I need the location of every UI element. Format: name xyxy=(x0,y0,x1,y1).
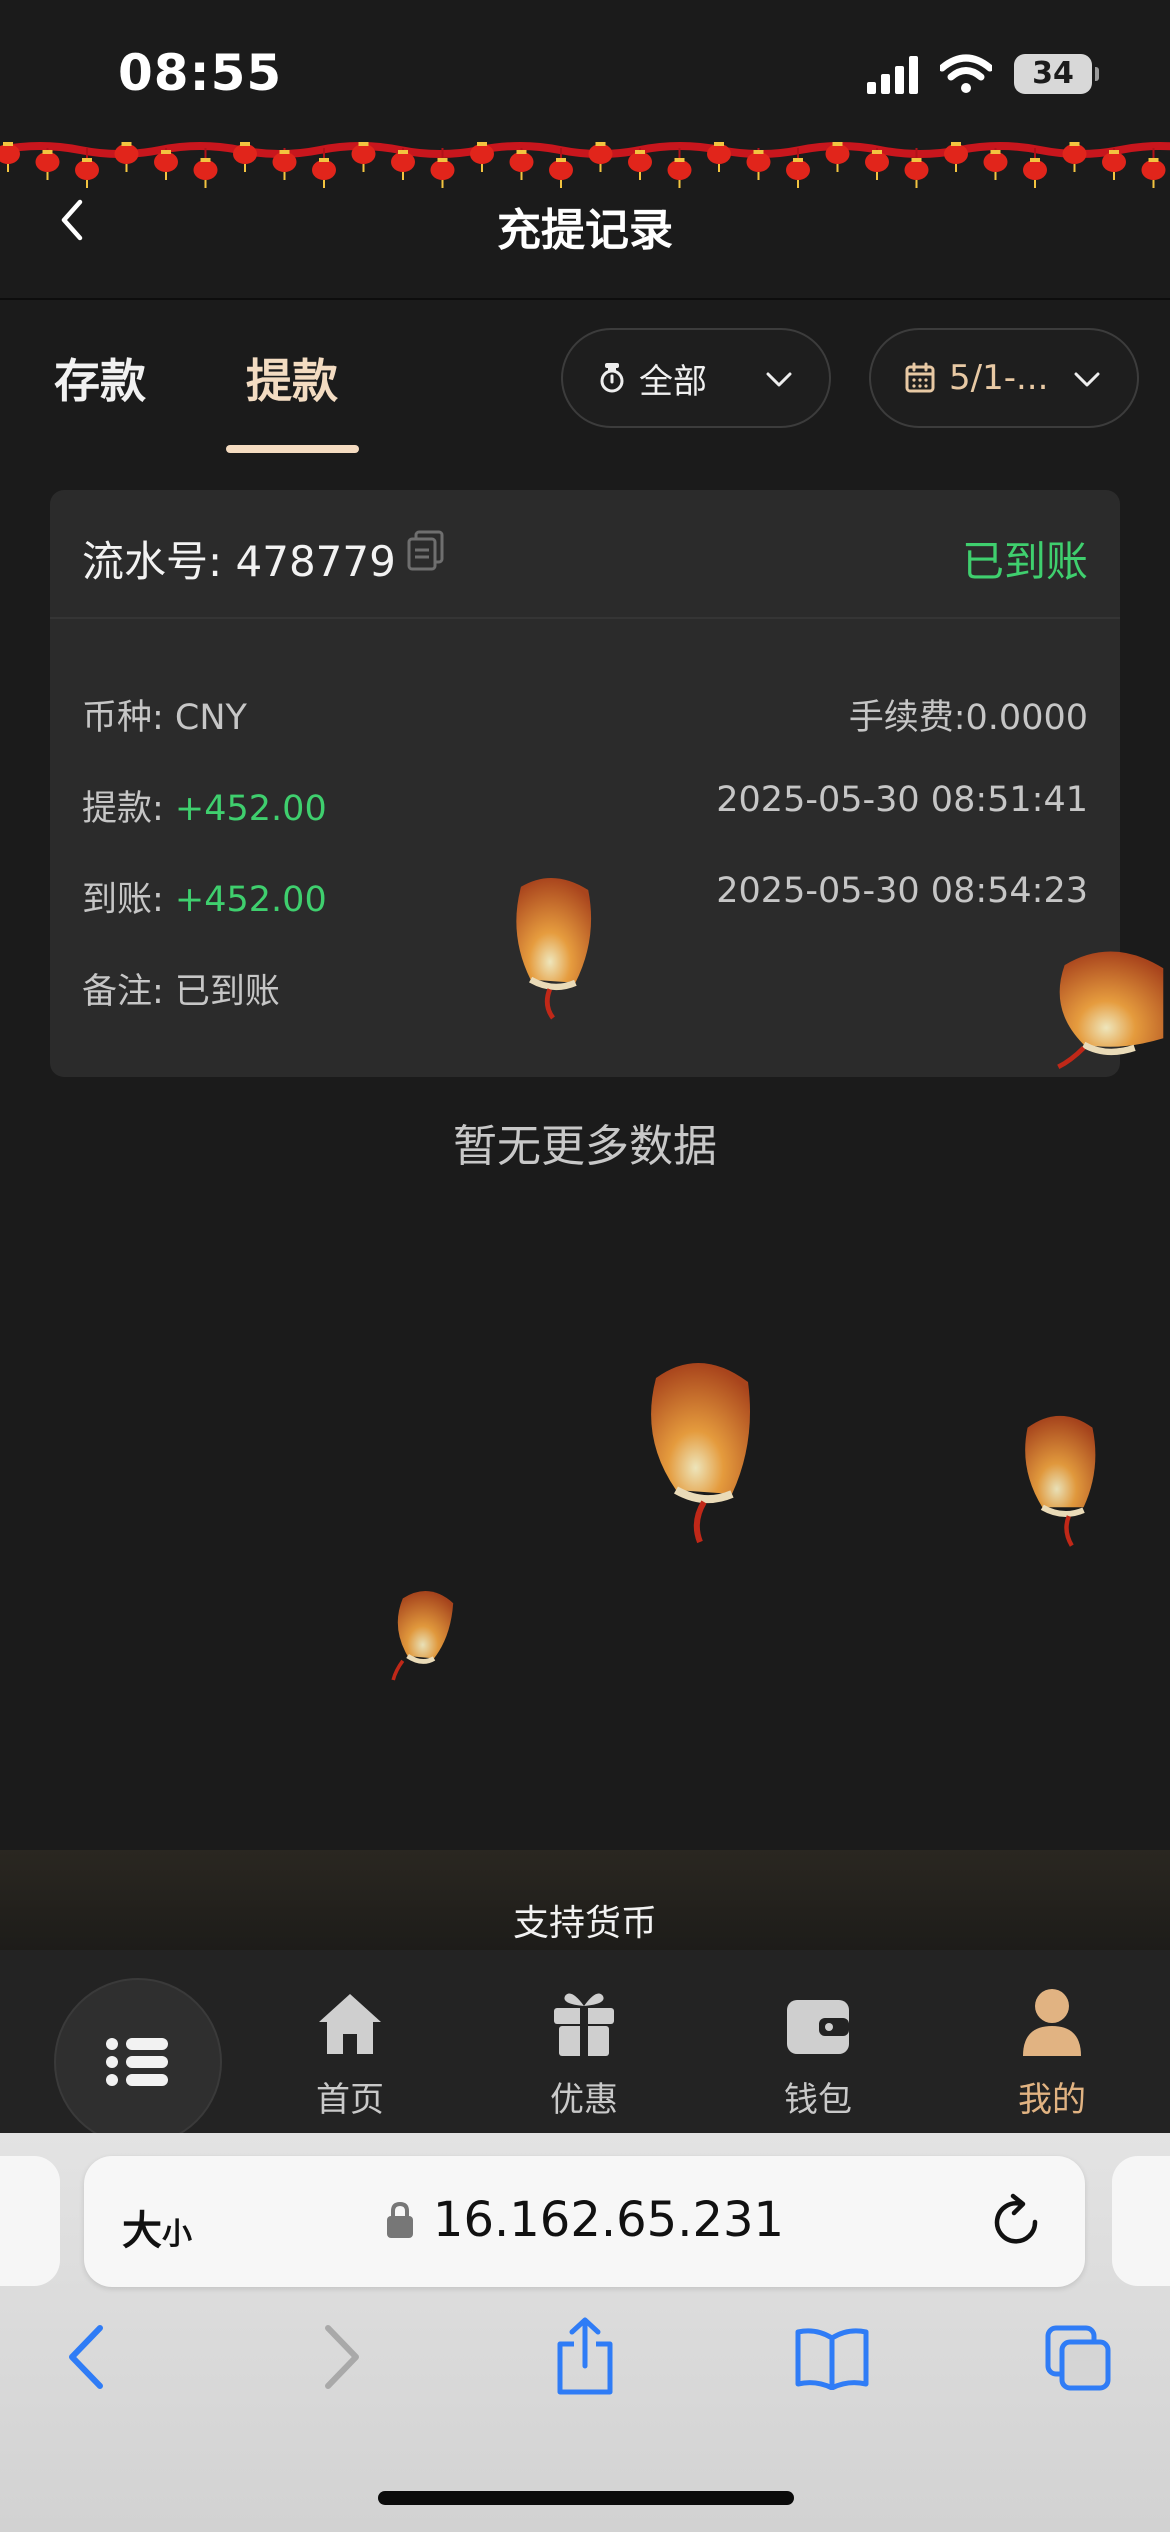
nav-home[interactable]: 首页 xyxy=(270,1978,430,2121)
nav-promotions[interactable]: 优惠 xyxy=(504,1978,664,2121)
lock-icon xyxy=(386,2201,413,2238)
serial-number: 流水号: 478779 xyxy=(82,537,396,586)
sky-lantern-decoration xyxy=(651,1362,750,1544)
user-icon xyxy=(1023,1989,1081,2056)
tabs-icon[interactable] xyxy=(1044,2324,1114,2394)
status-icons: 34 xyxy=(867,54,1099,94)
menu-button[interactable] xyxy=(54,1978,222,2146)
nav-wallet-label: 钱包 xyxy=(784,2080,852,2120)
nav-home-label: 首页 xyxy=(316,2080,384,2120)
nav-profile-label: 我的 xyxy=(1018,2080,1086,2120)
copy-icon[interactable] xyxy=(406,530,446,572)
url-text: 16.162.65.231 xyxy=(432,2192,785,2248)
wallet-icon xyxy=(787,2000,849,2054)
page-title: 充提记录 xyxy=(497,205,673,256)
gift-icon xyxy=(554,1993,614,2056)
bookmarks-icon[interactable] xyxy=(794,2326,870,2390)
currency-row: 币种: CNY 手续费:0.0000 xyxy=(82,689,1088,738)
fee-text: 手续费:0.0000 xyxy=(848,698,1088,738)
remark-text: 备注: 已到账 xyxy=(82,972,280,1012)
calendar-icon xyxy=(905,362,935,393)
chevron-down-icon xyxy=(766,372,792,387)
no-more-data-text: 暂无更多数据 xyxy=(453,1121,717,1172)
nav-header: 充提记录 xyxy=(0,142,1170,300)
url-display[interactable]: 16.162.65.231 xyxy=(84,2192,1085,2251)
screen: 08:55 34 充提记录 存款 提款 全部 5/1-... 流水号: 4787… xyxy=(0,0,1170,2532)
sky-lantern-decoration xyxy=(1057,951,1164,1070)
reload-icon[interactable] xyxy=(991,2192,1045,2250)
stopwatch-icon xyxy=(600,363,624,393)
wifi-icon xyxy=(940,54,992,93)
browser-back-icon[interactable] xyxy=(62,2322,112,2392)
nav-promotions-label: 优惠 xyxy=(550,2080,618,2120)
home-indicator xyxy=(378,2491,794,2505)
next-tab-preview[interactable] xyxy=(1112,2156,1170,2286)
status-filter-dropdown[interactable]: 全部 xyxy=(561,328,831,428)
sky-lantern-decoration xyxy=(391,1591,454,1681)
browser-forward-icon[interactable] xyxy=(316,2322,366,2392)
share-icon[interactable] xyxy=(552,2316,618,2396)
status-filter-value: 全部 xyxy=(639,361,707,402)
arrival-time: 2025-05-30 08:54:23 xyxy=(716,871,1088,911)
sky-lantern-decoration xyxy=(1025,1415,1096,1547)
tab-deposit[interactable]: 存款 xyxy=(54,345,146,411)
home-icon xyxy=(319,1994,381,2054)
address-bar[interactable]: 大小 16.162.65.231 xyxy=(84,2156,1085,2287)
date-filter-value: 5/1-... xyxy=(949,358,1049,398)
record-card-header: 流水号: 478779 已到账 xyxy=(50,490,1120,619)
withdraw-amount-text: 提款: +452.00 xyxy=(82,789,327,829)
chevron-down-icon xyxy=(1074,372,1100,387)
arrival-amount-text: 到账: +452.00 xyxy=(82,880,327,920)
signal-icon xyxy=(867,54,918,94)
currency-text: 币种: CNY xyxy=(82,698,247,738)
menu-list-icon xyxy=(106,2038,168,2086)
nav-profile[interactable]: 我的 xyxy=(972,1978,1132,2121)
tab-withdraw[interactable]: 提款 xyxy=(246,345,338,411)
status-bar: 08:55 34 xyxy=(0,0,1170,142)
sky-lantern-decoration xyxy=(516,877,592,1020)
battery-icon: 34 xyxy=(1014,54,1099,94)
withdraw-row: 提款: +452.00 2025-05-30 08:51:41 xyxy=(82,780,1088,829)
date-filter-dropdown[interactable]: 5/1-... xyxy=(869,328,1139,428)
nav-wallet[interactable]: 钱包 xyxy=(738,1978,898,2121)
active-tab-indicator xyxy=(226,445,359,453)
supported-currency-title: 支持货币 xyxy=(512,1903,657,1944)
withdraw-time: 2025-05-30 08:51:41 xyxy=(716,780,1088,820)
previous-tab-preview[interactable] xyxy=(0,2156,60,2286)
status-badge: 已到账 xyxy=(961,537,1088,586)
status-time: 08:55 xyxy=(118,44,283,102)
